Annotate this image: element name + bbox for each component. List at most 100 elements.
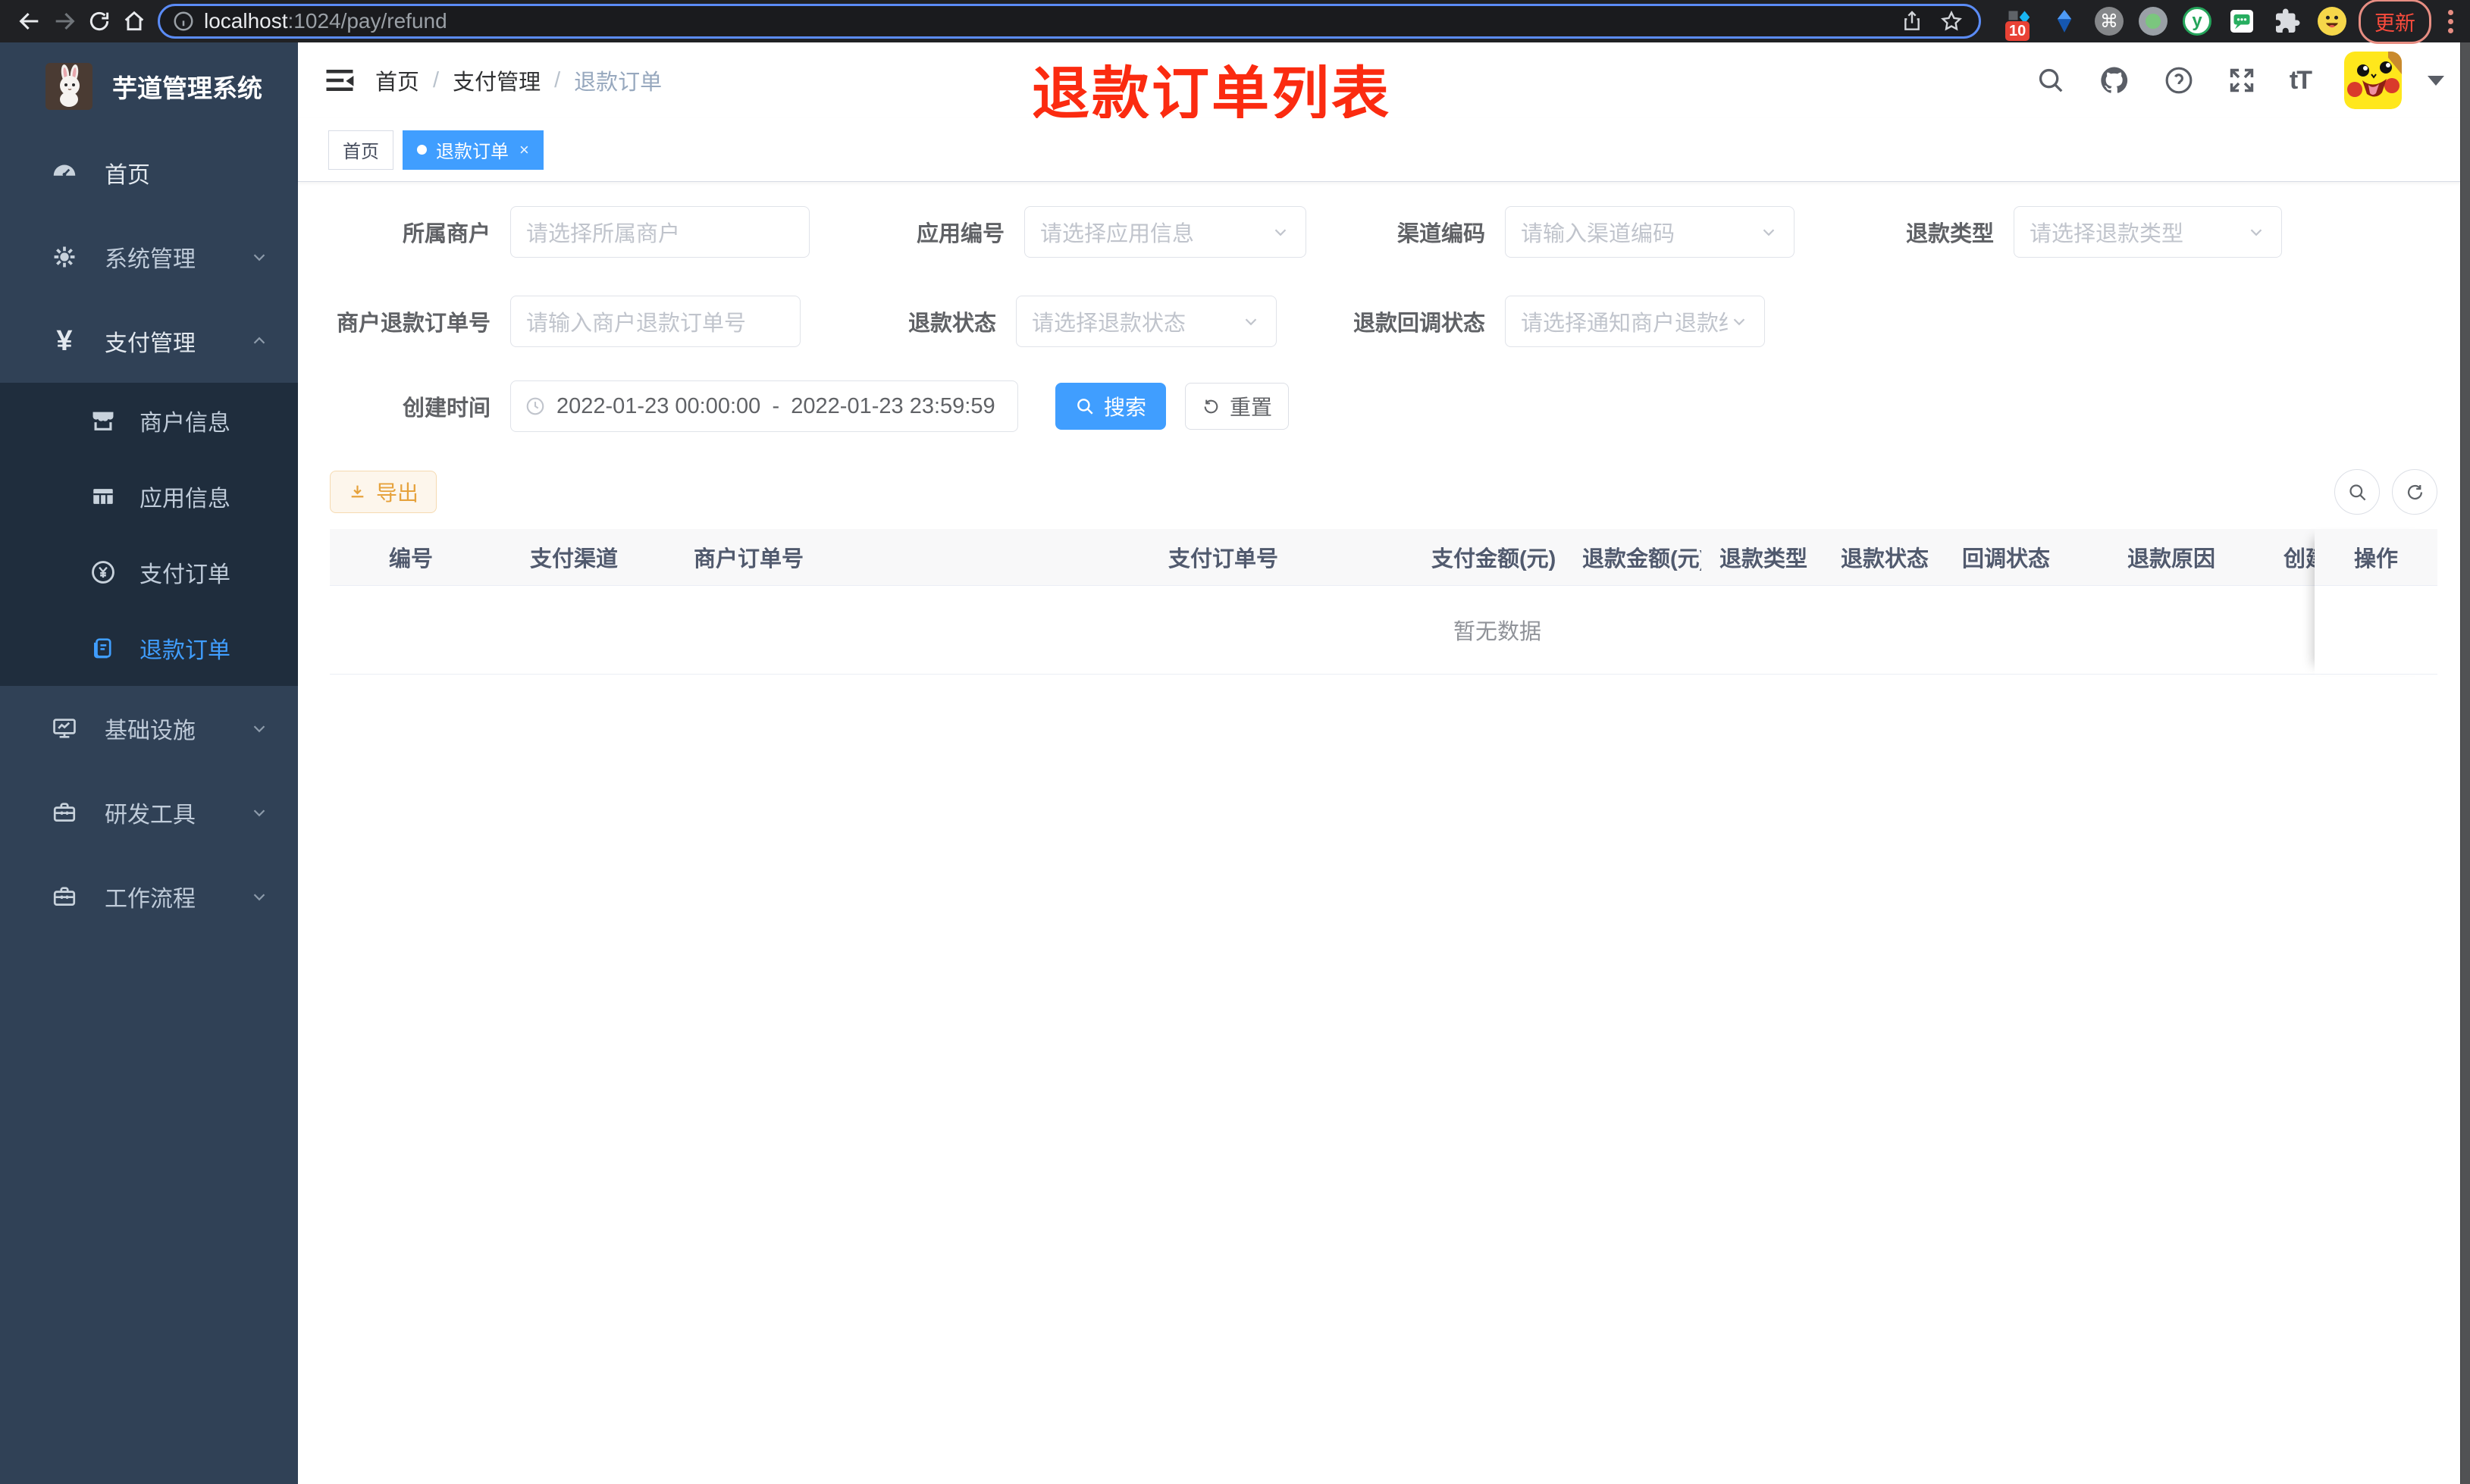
filter-channel: 渠道编码 请输入渠道编码 [1323, 206, 1795, 258]
refresh-table-button[interactable] [2392, 469, 2437, 515]
column-header-actions: 操作 [2353, 547, 2398, 571]
browser-reload-button[interactable] [82, 4, 117, 39]
filter-merchant-refund-no: 商户退款订单号 请输入商户退款订单号 [330, 296, 801, 347]
export-button-label: 导出 [375, 481, 418, 505]
browser-forward-button[interactable] [47, 4, 82, 39]
document-icon [88, 635, 118, 661]
breadcrumb-home[interactable]: 首页 [375, 64, 419, 96]
breadcrumb-separator: / [433, 67, 440, 92]
sidebar-item-merchant-info[interactable]: 商户信息 [0, 383, 298, 459]
extensions-puzzle-icon[interactable] [2272, 6, 2302, 36]
extensions-row: 10 ⌘ y [1992, 6, 2359, 41]
back-icon [19, 12, 39, 30]
show-search-toggle-button[interactable] [2334, 469, 2380, 515]
toolbox-icon [49, 800, 80, 825]
page-content: 所属商户 请选择所属商户 应用编号 请选择应用信息 渠道编码 请输入渠道编码 退… [298, 182, 2470, 1484]
export-button[interactable]: 导出 [330, 471, 437, 513]
merchant-refund-no-input[interactable]: 请输入商户退款订单号 [510, 296, 801, 347]
select-arrow-icon [1274, 229, 1287, 236]
placeholder-text: 请选择应用信息 [1040, 222, 1195, 246]
sidebar-item-label: 应用信息 [139, 487, 230, 512]
sidebar-item-workflow[interactable]: 工作流程 [0, 854, 298, 938]
top-navbar: 首页 / 支付管理 / 退款订单 退款订单列表 tT [298, 42, 2470, 127]
window-scrollbar[interactable] [2460, 42, 2470, 1484]
browser-update-button[interactable]: 更新 [2359, 0, 2431, 44]
browser-back-button[interactable] [12, 4, 47, 39]
empty-data-text: 暂无数据 [1453, 620, 1542, 644]
column-header: 编号 [389, 547, 434, 571]
sidebar-item-refund-order[interactable]: 退款订单 [0, 610, 298, 686]
extension-icon-command[interactable]: ⌘ [2095, 7, 2124, 36]
refresh-icon [1204, 399, 1218, 413]
puzzle-icon [2276, 8, 2300, 33]
breadcrumb-separator: / [554, 67, 561, 92]
sidebar-item-app-info[interactable]: 应用信息 [0, 459, 298, 534]
user-avatar[interactable] [2344, 52, 2402, 109]
filter-label: 所属商户 [402, 222, 491, 246]
avatar-dropdown-caret[interactable] [2428, 75, 2444, 86]
extension-icon-y[interactable]: y [2183, 7, 2211, 36]
sidebar: 芋道管理系统 首页 系统管理 ¥ 支付管理 商户信息 应用信息 支付订单 退款订… [0, 42, 298, 1484]
sidebar-item-devtools[interactable]: 研发工具 [0, 770, 298, 854]
github-icon[interactable] [2099, 64, 2130, 96]
filter-refund-type: 退款类型 请选择退款类型 [1832, 206, 2282, 258]
tags-view-bar: 首页 退款订单 × [298, 118, 2470, 182]
app-select[interactable]: 请选择应用信息 [1024, 206, 1306, 258]
pay-circle-icon [88, 559, 118, 585]
sidebar-collapse-button[interactable] [324, 64, 356, 96]
sidebar-item-system[interactable]: 系统管理 [0, 214, 298, 299]
tab-label: 退款订单 [436, 142, 509, 162]
sidebar-item-pay-order[interactable]: 支付订单 [0, 534, 298, 610]
extension-icon-status[interactable] [2139, 7, 2168, 36]
sidebar-logo[interactable]: 芋道管理系统 [0, 42, 298, 130]
tab-label: 首页 [343, 142, 379, 162]
select-arrow-icon [1733, 318, 1745, 326]
kite-icon [2057, 10, 2072, 33]
filter-label: 应用编号 [916, 222, 1005, 246]
fullscreen-icon[interactable] [2227, 66, 2256, 95]
tab-refund-order[interactable]: 退款订单 × [403, 130, 544, 170]
extension-icon-kite[interactable] [2049, 6, 2080, 36]
tab-home[interactable]: 首页 [328, 130, 393, 170]
grid-icon [88, 484, 118, 509]
sidebar-item-label: 系统管理 [105, 246, 196, 272]
font-size-icon[interactable]: tT [2290, 66, 2312, 95]
notify-status-select[interactable]: 请选择通知商户退款结果 [1505, 296, 1765, 347]
table-empty-body: 暂无数据 [330, 586, 2437, 675]
sidebar-item-home[interactable]: 首页 [0, 130, 298, 214]
placeholder-text: 请输入渠道编码 [1521, 222, 1675, 246]
share-icon[interactable] [1900, 9, 1924, 33]
placeholder-text: 请选择通知商户退款结果 [1521, 312, 1728, 336]
filter-create-time: 创建时间 2022-01-23 00:00:00 - 2022-01-23 23… [330, 380, 1018, 432]
column-header: 退款状态 [1841, 547, 1929, 571]
search-button[interactable]: 搜索 [1055, 383, 1166, 430]
channel-select[interactable]: 请输入渠道编码 [1505, 206, 1795, 258]
address-bar[interactable]: localhost:1024/pay/refund [158, 4, 1981, 39]
help-icon[interactable] [2164, 65, 2194, 95]
sidebar-item-pay[interactable]: ¥ 支付管理 [0, 299, 298, 383]
tab-close-icon[interactable]: × [518, 140, 529, 160]
browser-home-button[interactable] [117, 4, 152, 39]
extension-icon-chat[interactable] [2227, 6, 2257, 36]
download-icon [351, 485, 364, 497]
reset-button[interactable]: 重置 [1185, 383, 1289, 430]
sidebar-item-label: 退款订单 [139, 638, 230, 663]
sidebar-item-label: 首页 [105, 162, 150, 188]
sidebar-item-infra[interactable]: 基础设施 [0, 686, 298, 770]
merchant-select[interactable]: 请选择所属商户 [510, 206, 810, 258]
date-range-picker[interactable]: 2022-01-23 00:00:00 - 2022-01-23 23:59:5… [510, 380, 1018, 432]
reset-button-label: 重置 [1229, 396, 1272, 419]
browser-menu-icon[interactable] [2442, 9, 2459, 33]
profile-avatar-emoji[interactable] [2318, 7, 2346, 36]
extension-icon-workspaces[interactable]: 10 [2004, 6, 2034, 41]
refund-type-select[interactable]: 请选择退款类型 [2014, 206, 2282, 258]
sidebar-item-label: 支付订单 [139, 562, 230, 587]
table-header-row: 编号 支付渠道 商户订单号 支付订单号 支付金额(元) 退款金额(元) 退款类型… [330, 529, 2437, 586]
search-icon[interactable] [2036, 66, 2065, 95]
column-header: 退款类型 [1719, 547, 1808, 571]
placeholder-text: 请选择所属商户 [526, 222, 681, 246]
breadcrumb-pay[interactable]: 支付管理 [453, 64, 541, 96]
search-icon [1077, 399, 1093, 415]
bookmark-star-icon[interactable] [1939, 9, 1964, 33]
refund-status-select[interactable]: 请选择退款状态 [1016, 296, 1277, 347]
